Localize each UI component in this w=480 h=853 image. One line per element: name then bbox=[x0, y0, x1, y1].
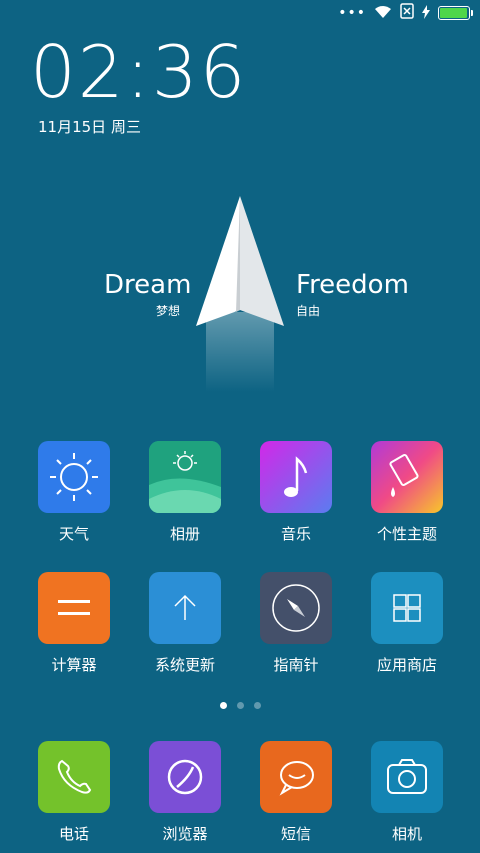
paper-plane-graphic bbox=[190, 192, 290, 396]
app-label: 电话 bbox=[58, 825, 89, 843]
calculator-icon bbox=[38, 572, 110, 644]
app-label: 天气 bbox=[58, 525, 89, 543]
message-icon bbox=[260, 741, 332, 813]
browser-icon bbox=[149, 741, 221, 813]
battery-level bbox=[440, 8, 467, 18]
gallery-icon bbox=[149, 441, 221, 513]
more-indicator: ••• bbox=[338, 5, 366, 21]
wallpaper-right-title: Freedom bbox=[296, 270, 409, 300]
music-note-icon bbox=[260, 441, 332, 513]
wallpaper-left-sub: 梦想 bbox=[156, 304, 181, 318]
app-store-icon bbox=[371, 572, 443, 644]
app-label: 指南针 bbox=[273, 656, 319, 674]
app-compass[interactable]: 指南针 bbox=[241, 572, 351, 675]
app-label: 相机 bbox=[391, 825, 422, 843]
wallpaper-right-sub: 自由 bbox=[296, 304, 321, 318]
app-label: 系统更新 bbox=[154, 656, 215, 674]
dock-phone[interactable]: 电话 bbox=[19, 741, 129, 844]
clock-time[interactable]: 02:36 bbox=[30, 34, 248, 110]
page-dot-active[interactable] bbox=[219, 702, 227, 709]
app-label: 应用商店 bbox=[376, 656, 437, 674]
app-system-update[interactable]: 系统更新 bbox=[130, 572, 240, 675]
clock-date[interactable]: 11月15日 周三 bbox=[38, 116, 141, 137]
weather-sun-icon bbox=[38, 441, 110, 513]
app-label: 音乐 bbox=[280, 525, 311, 543]
app-music[interactable]: 音乐 bbox=[241, 441, 351, 544]
dock-browser[interactable]: 浏览器 bbox=[130, 741, 240, 844]
app-themes[interactable]: 个性主题 bbox=[352, 441, 462, 544]
app-label: 计算器 bbox=[51, 656, 97, 674]
dock-messages[interactable]: 短信 bbox=[241, 741, 351, 844]
app-store[interactable]: 应用商店 bbox=[352, 572, 462, 675]
app-label: 短信 bbox=[280, 825, 311, 843]
charging-icon bbox=[422, 4, 430, 23]
app-label: 浏览器 bbox=[162, 825, 208, 843]
status-bar: ••• bbox=[338, 3, 473, 23]
page-dot[interactable] bbox=[236, 702, 244, 709]
dock-camera[interactable]: 相机 bbox=[352, 741, 462, 844]
wifi-icon bbox=[374, 4, 392, 23]
app-label: 相册 bbox=[169, 525, 200, 543]
sim-x-icon bbox=[400, 3, 414, 23]
theme-paint-icon bbox=[371, 441, 443, 513]
app-label: 个性主题 bbox=[376, 525, 437, 543]
battery-icon bbox=[438, 6, 473, 20]
app-gallery[interactable]: 相册 bbox=[130, 441, 240, 544]
app-calculator[interactable]: 计算器 bbox=[19, 572, 129, 675]
page-indicator bbox=[0, 702, 480, 709]
camera-icon bbox=[371, 741, 443, 813]
app-weather[interactable]: 天气 bbox=[19, 441, 129, 544]
phone-icon bbox=[38, 741, 110, 813]
page-dot[interactable] bbox=[253, 702, 261, 709]
compass-icon bbox=[260, 572, 332, 644]
update-arrow-icon bbox=[149, 572, 221, 644]
wallpaper-left-title: Dream bbox=[104, 270, 192, 300]
